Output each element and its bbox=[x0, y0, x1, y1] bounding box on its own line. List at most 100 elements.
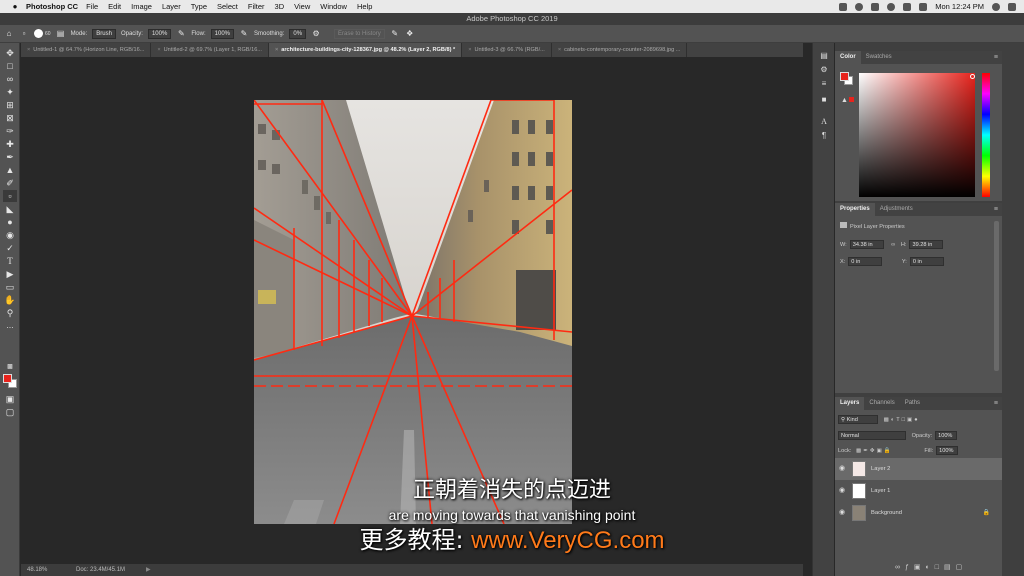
hand-tool-icon[interactable]: ✋ bbox=[3, 294, 17, 306]
tab-architecture-buildings[interactable]: × architecture-buildings-city-128367.jpg … bbox=[268, 43, 463, 57]
brush-settings-panel-icon[interactable]: ⚙ bbox=[818, 65, 830, 75]
eyedropper-tool-icon[interactable]: ✑ bbox=[3, 125, 17, 137]
home-icon[interactable]: ⌂ bbox=[4, 29, 14, 39]
menu-view[interactable]: View bbox=[294, 2, 310, 11]
app-name-menu[interactable]: Photoshop CC bbox=[26, 2, 78, 11]
menu-image[interactable]: Image bbox=[131, 2, 152, 11]
wifi-icon[interactable] bbox=[887, 2, 896, 11]
tab-untitled-1[interactable]: × Untitled-1 @ 64.7% (Horizon Line, RGB/1… bbox=[21, 43, 152, 57]
tab-paths[interactable]: Paths bbox=[900, 397, 925, 410]
lock-icons[interactable]: ▩✒✥▣🔒 bbox=[856, 448, 893, 454]
foreground-color-swatch[interactable] bbox=[3, 374, 12, 383]
fill-input[interactable]: 100% bbox=[936, 446, 959, 455]
search-icon[interactable] bbox=[992, 2, 1000, 11]
symmetry-icon[interactable]: ❖ bbox=[405, 29, 415, 39]
add-mask-icon[interactable]: ▣ bbox=[914, 564, 926, 571]
zoom-tool-icon[interactable]: ⚲ bbox=[3, 307, 17, 319]
pen-tool-icon[interactable]: ✓ bbox=[3, 242, 17, 254]
screen-mode-icon[interactable]: ▢ bbox=[3, 406, 17, 418]
blur-tool-icon[interactable]: ● bbox=[3, 216, 17, 228]
eraser-tool-icon[interactable]: ▫ bbox=[3, 190, 17, 202]
panel-menu-icon[interactable]: ≡ bbox=[994, 203, 998, 216]
new-group-icon[interactable]: □ bbox=[935, 564, 944, 571]
frame-tool-icon[interactable]: ⊠ bbox=[3, 112, 17, 124]
move-tool-icon[interactable]: ✥ bbox=[3, 47, 17, 59]
dropbox-icon[interactable] bbox=[871, 2, 880, 11]
menu-layer[interactable]: Layer bbox=[162, 2, 181, 11]
adjust-panel-icon[interactable]: ≡ bbox=[818, 79, 830, 89]
hue-slider[interactable] bbox=[982, 73, 990, 197]
quick-selection-tool-icon[interactable]: ✦ bbox=[3, 86, 17, 98]
pressure-opacity-icon[interactable]: ✎ bbox=[176, 29, 186, 39]
link-layers-icon[interactable]: ∞ bbox=[895, 564, 905, 571]
layer-row-layer-2[interactable]: ◉ Layer 2 bbox=[835, 458, 1002, 480]
x-input[interactable]: 0 in bbox=[848, 257, 883, 266]
paragraph-panel-icon[interactable]: ¶ bbox=[818, 131, 830, 141]
volume-icon[interactable] bbox=[903, 2, 912, 11]
rectangle-tool-icon[interactable]: ▭ bbox=[3, 281, 17, 293]
adjustment-layer-icon[interactable]: ◐ bbox=[926, 564, 935, 571]
close-tab-icon[interactable]: × bbox=[558, 47, 561, 53]
clone-stamp-tool-icon[interactable]: ▲ bbox=[3, 164, 17, 176]
tab-color[interactable]: Color bbox=[835, 51, 861, 64]
new-layer-icon[interactable]: ▤ bbox=[944, 564, 956, 571]
tab-layers[interactable]: Layers bbox=[835, 397, 865, 410]
layer-row-layer-1[interactable]: ◉ Layer 1 bbox=[835, 480, 1002, 502]
filter-icons[interactable]: ▩◐T□▣● bbox=[884, 417, 920, 423]
tab-cabinets-contemporary[interactable]: × cabinets-contemporary-counter-2089698.j… bbox=[552, 43, 688, 57]
pressure-size-icon[interactable]: ✎ bbox=[390, 29, 400, 39]
color-panel-warning-icon[interactable]: ▲ bbox=[841, 97, 854, 104]
panel-menu-icon[interactable]: ≡ bbox=[994, 51, 998, 64]
smoothing-settings-icon[interactable]: ⚙ bbox=[311, 29, 321, 39]
default-colors-icon[interactable]: ▩ bbox=[3, 361, 17, 373]
edit-toolbar-icon[interactable]: ⋯ bbox=[3, 323, 17, 335]
blend-mode-select[interactable]: Normal bbox=[838, 431, 906, 440]
visibility-eye-icon[interactable]: ◉ bbox=[839, 502, 845, 524]
paint-bucket-tool-icon[interactable]: ◣ bbox=[3, 203, 17, 215]
menu-type[interactable]: Type bbox=[191, 2, 207, 11]
menu-help[interactable]: Help bbox=[357, 2, 372, 11]
visibility-eye-icon[interactable]: ◉ bbox=[839, 458, 845, 480]
history-brush-tool-icon[interactable]: ✐ bbox=[3, 177, 17, 189]
width-input[interactable]: 34.38 in bbox=[849, 240, 884, 249]
properties-scrollbar[interactable] bbox=[994, 221, 999, 371]
y-input[interactable]: 0 in bbox=[909, 257, 944, 266]
healing-brush-tool-icon[interactable]: ✚ bbox=[3, 138, 17, 150]
dodge-tool-icon[interactable]: ◉ bbox=[3, 229, 17, 241]
quick-mask-icon[interactable]: ▣ bbox=[3, 393, 17, 405]
smoothing-input[interactable]: 0% bbox=[289, 28, 307, 39]
close-tab-icon[interactable]: × bbox=[157, 47, 160, 53]
eraser-tool-preset-icon[interactable]: ▫ bbox=[19, 29, 29, 39]
document-canvas[interactable] bbox=[254, 100, 572, 524]
erase-to-history-checkbox[interactable]: Erase to History bbox=[334, 28, 385, 39]
close-tab-icon[interactable]: × bbox=[27, 47, 30, 53]
lasso-tool-icon[interactable]: ∞ bbox=[3, 73, 17, 85]
layer-opacity-input[interactable]: 100% bbox=[935, 431, 958, 440]
color-panel-fg-swatch[interactable] bbox=[840, 72, 849, 81]
crop-tool-icon[interactable]: ⊞ bbox=[3, 99, 17, 111]
type-tool-icon[interactable]: T bbox=[3, 255, 17, 267]
apple-menu-icon[interactable]: ● bbox=[8, 2, 22, 11]
path-selection-tool-icon[interactable]: ▶ bbox=[3, 268, 17, 280]
menu-edit[interactable]: Edit bbox=[108, 2, 121, 11]
marquee-tool-icon[interactable]: □ bbox=[3, 60, 17, 72]
creative-cloud-icon[interactable] bbox=[839, 2, 848, 11]
color-saturation-field[interactable] bbox=[859, 73, 975, 197]
mode-select[interactable]: Brush bbox=[92, 28, 116, 39]
tab-channels[interactable]: Channels bbox=[864, 397, 899, 410]
brush-tool-icon[interactable]: ✒ bbox=[3, 151, 17, 163]
delete-layer-icon[interactable]: ▢ bbox=[956, 564, 968, 571]
zoom-level[interactable]: 48.18% bbox=[27, 564, 47, 576]
link-dimensions-icon[interactable]: ∞ bbox=[891, 242, 895, 248]
status-menu-arrow-icon[interactable]: ▶ bbox=[146, 564, 151, 576]
opacity-input[interactable]: 100% bbox=[147, 28, 172, 39]
character-panel-icon[interactable]: A bbox=[818, 117, 830, 127]
menu-select[interactable]: Select bbox=[217, 2, 238, 11]
tab-swatches[interactable]: Swatches bbox=[861, 51, 897, 64]
airbrush-icon[interactable]: ✎ bbox=[239, 29, 249, 39]
visibility-eye-icon[interactable]: ◉ bbox=[839, 480, 845, 502]
tab-properties[interactable]: Properties bbox=[835, 203, 875, 216]
brush-settings-icon[interactable]: ▤ bbox=[56, 29, 66, 39]
tab-untitled-3[interactable]: × Untitled-3 @ 66.7% (RGB/... bbox=[462, 43, 552, 57]
menu-window[interactable]: Window bbox=[320, 2, 347, 11]
